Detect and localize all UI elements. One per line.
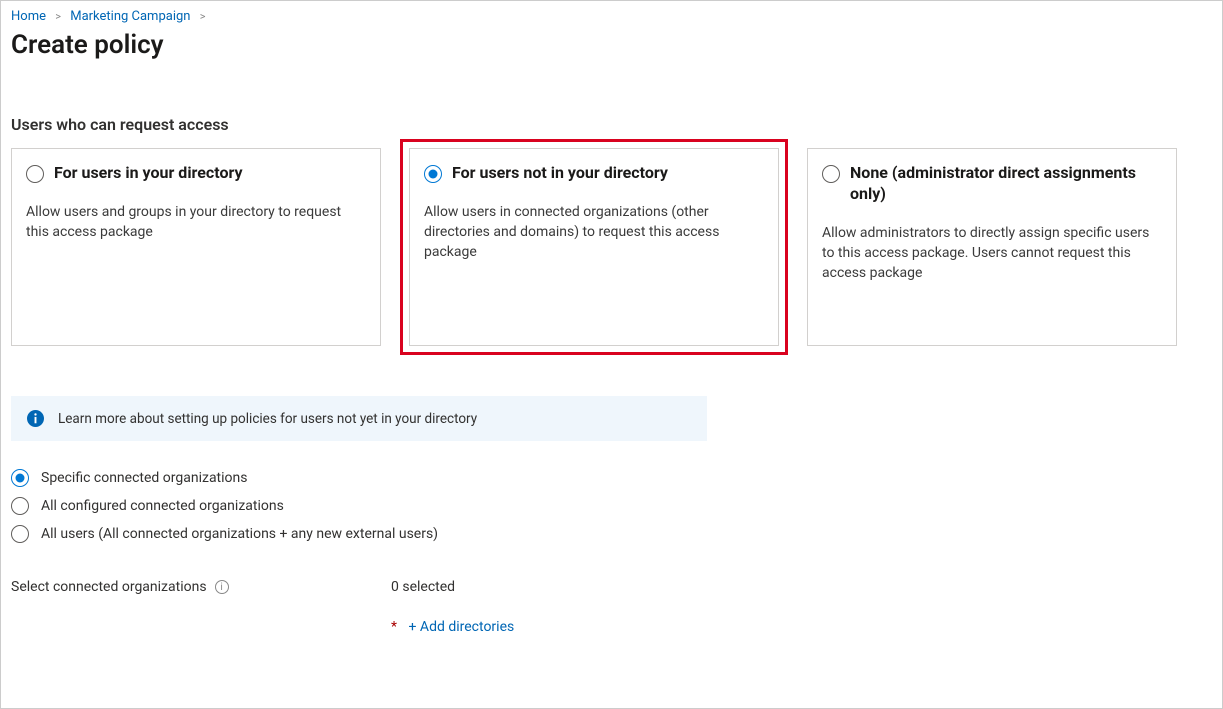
add-directories-link[interactable]: + Add directories <box>409 619 515 635</box>
request-access-cards: For users in your directory Allow users … <box>11 148 1212 346</box>
card-users-in-directory[interactable]: For users in your directory Allow users … <box>11 148 381 346</box>
breadcrumb: Home > Marketing Campaign > <box>11 9 1212 24</box>
radio-icon[interactable] <box>11 525 29 543</box>
card-none-admin-only[interactable]: None (administrator direct assignments o… <box>807 148 1177 346</box>
section-heading-users: Users who can request access <box>11 115 1212 134</box>
info-icon[interactable]: i <box>215 580 229 594</box>
radio-icon[interactable] <box>424 165 442 183</box>
card-users-not-in-directory[interactable]: For users not in your directory Allow us… <box>409 148 779 346</box>
connected-org-scope-list: Specific connected organizations All con… <box>11 469 1212 543</box>
info-icon <box>27 410 44 427</box>
option-label: Specific connected organizations <box>41 470 248 486</box>
info-banner-text: Learn more about setting up policies for… <box>58 411 477 427</box>
option-all-users[interactable]: All users (All connected organizations +… <box>11 525 1212 543</box>
page-title: Create policy <box>11 30 1212 60</box>
breadcrumb-home[interactable]: Home <box>11 9 46 24</box>
card-title: None (administrator direct assignments o… <box>850 163 1162 205</box>
breadcrumb-marketing-campaign[interactable]: Marketing Campaign <box>70 9 190 24</box>
chevron-right-icon: > <box>200 10 206 23</box>
card-description: Allow users in connected organizations (… <box>424 202 764 263</box>
required-asterisk: * <box>391 619 397 635</box>
select-connected-orgs-label: Select connected organizations i <box>11 579 391 595</box>
info-banner[interactable]: Learn more about setting up policies for… <box>11 396 707 441</box>
card-title: For users in your directory <box>54 163 243 184</box>
option-specific-connected-orgs[interactable]: Specific connected organizations <box>11 469 1212 487</box>
radio-icon[interactable] <box>11 497 29 515</box>
chevron-right-icon: > <box>55 10 61 23</box>
card-description: Allow administrators to directly assign … <box>822 223 1162 284</box>
radio-icon[interactable] <box>822 165 840 183</box>
option-label: All configured connected organizations <box>41 498 284 514</box>
radio-icon[interactable] <box>26 165 44 183</box>
option-all-configured-orgs[interactable]: All configured connected organizations <box>11 497 1212 515</box>
option-label: All users (All connected organizations +… <box>41 526 438 542</box>
card-title: For users not in your directory <box>452 163 668 184</box>
card-description: Allow users and groups in your directory… <box>26 202 366 243</box>
radio-icon[interactable] <box>11 469 29 487</box>
selected-count: 0 selected <box>391 579 514 595</box>
